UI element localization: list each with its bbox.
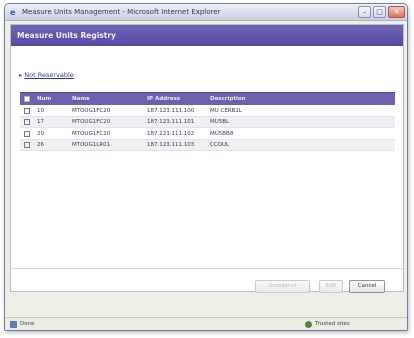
units-table: Num Name IP Address Description 10 MTOUG… [20, 92, 395, 151]
unreserve-button[interactable]: Unreserve [255, 280, 310, 293]
column-header-name[interactable]: Name [72, 96, 90, 102]
column-header-ip-address[interactable]: IP Address [147, 96, 180, 102]
cancel-button[interactable]: Cancel [349, 280, 385, 293]
edit-button[interactable]: Edit [319, 280, 343, 293]
not-reservable-link-label: Not Reservable [24, 71, 74, 79]
cell-description: CCOUL [210, 142, 230, 148]
cell-description: MU5BL [210, 119, 230, 125]
maximize-button[interactable]: □ [373, 6, 386, 18]
footer-divider [11, 268, 403, 269]
title-bar[interactable]: e Measure Units Management - Microsoft I… [5, 4, 407, 21]
table-row[interactable]: 26 MTOUG1LR01 187.123.111.103 CCOUL [20, 139, 395, 151]
cell-description: MU CERB1L [210, 107, 242, 114]
row-checkbox[interactable] [24, 130, 30, 137]
page-header: Measure Units Registry [11, 25, 403, 46]
cell-num: 26 [37, 142, 44, 148]
cell-description: MU5BB8 [210, 130, 234, 137]
column-header-num[interactable]: Num [37, 96, 51, 102]
zone-text: Trusted sites [315, 321, 350, 327]
page-done-icon [10, 321, 17, 328]
table-header: Num Name IP Address Description [20, 92, 395, 105]
table-row[interactable]: 17 MTOUG1FC20 187.123.111.101 MU5BL [20, 116, 395, 128]
status-text: Done [20, 321, 35, 327]
status-bar: Done Trusted sites [5, 317, 407, 330]
row-checkbox[interactable] [24, 142, 30, 148]
cell-num: 10 [37, 107, 44, 114]
table-row[interactable]: 10 MTOUG1FC20 187.123.111.100 MU CERB1L [20, 105, 395, 117]
cell-num: 20 [37, 130, 44, 137]
cell-name: MTOUG1FC20 [72, 130, 111, 137]
row-checkbox[interactable] [24, 119, 30, 125]
window-title: Measure Units Management - Microsoft Int… [22, 8, 221, 16]
row-checkbox[interactable] [24, 107, 30, 114]
internet-explorer-icon: e [10, 8, 16, 17]
cell-ip-address: 187.123.111.100 [147, 107, 195, 114]
cell-ip-address: 187.123.111.101 [147, 119, 195, 125]
page-content: Measure Units Registry ▸ Not Reservable N… [10, 24, 404, 293]
close-button[interactable]: ✕ [388, 6, 405, 18]
minimize-button[interactable]: – [358, 6, 371, 18]
cell-name: MTOUG1FC20 [72, 119, 111, 125]
table-row[interactable]: 20 MTOUG1FC20 187.123.111.102 MU5BB8 [20, 128, 395, 140]
page-title: Measure Units Registry [17, 31, 116, 40]
arrow-bullet-icon: ▸ [19, 71, 23, 79]
cell-ip-address: 187.123.111.103 [147, 142, 195, 148]
select-all-checkbox[interactable] [24, 96, 30, 102]
cell-name: MTOUG1LR01 [72, 142, 111, 148]
cell-num: 17 [37, 119, 44, 125]
cell-name: MTOUG1FC20 [72, 107, 111, 114]
column-header-description[interactable]: Description [210, 96, 246, 102]
cell-ip-address: 187.123.111.102 [147, 130, 195, 137]
browser-window: e Measure Units Management - Microsoft I… [4, 3, 408, 331]
not-reservable-link[interactable]: ▸ Not Reservable [19, 71, 74, 79]
trusted-sites-icon [305, 321, 312, 328]
